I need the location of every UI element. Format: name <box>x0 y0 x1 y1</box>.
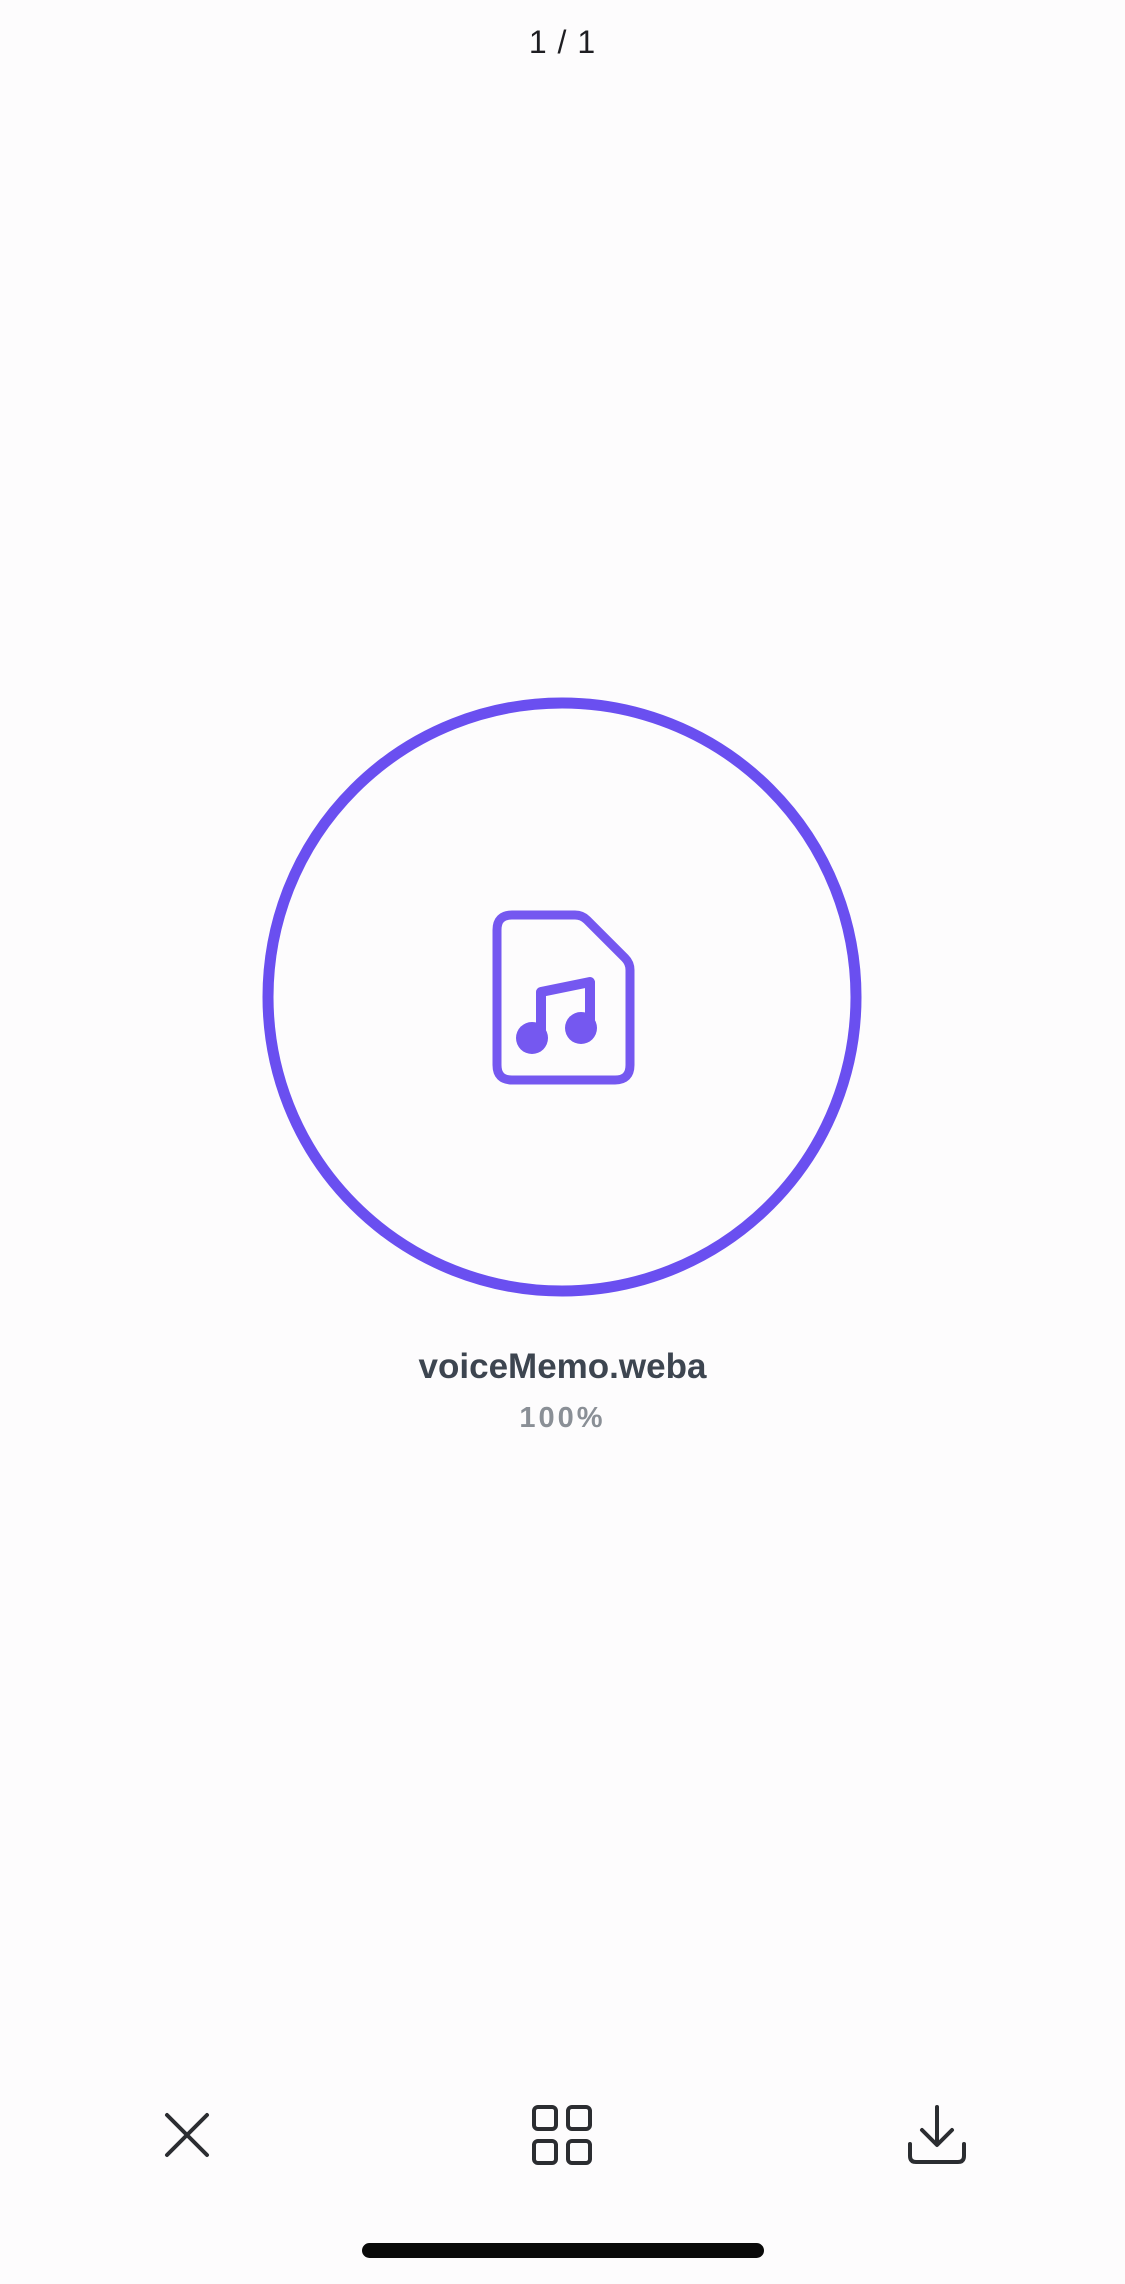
audio-file-icon <box>492 910 635 1085</box>
close-button[interactable] <box>147 2095 227 2175</box>
home-indicator[interactable] <box>362 2243 764 2258</box>
download-icon <box>908 2105 966 2164</box>
download-button[interactable] <box>897 2095 977 2175</box>
close-icon <box>165 2113 209 2157</box>
media-viewer: 1 / 1 voiceMemo.weba 100% <box>0 0 1125 2284</box>
page-counter: 1 / 1 <box>528 24 597 60</box>
file-name: voiceMemo.weba <box>418 1347 707 1386</box>
grid-view-button[interactable] <box>522 2095 602 2175</box>
grid-icon <box>532 2105 592 2165</box>
progress-percent: 100% <box>519 1402 606 1434</box>
